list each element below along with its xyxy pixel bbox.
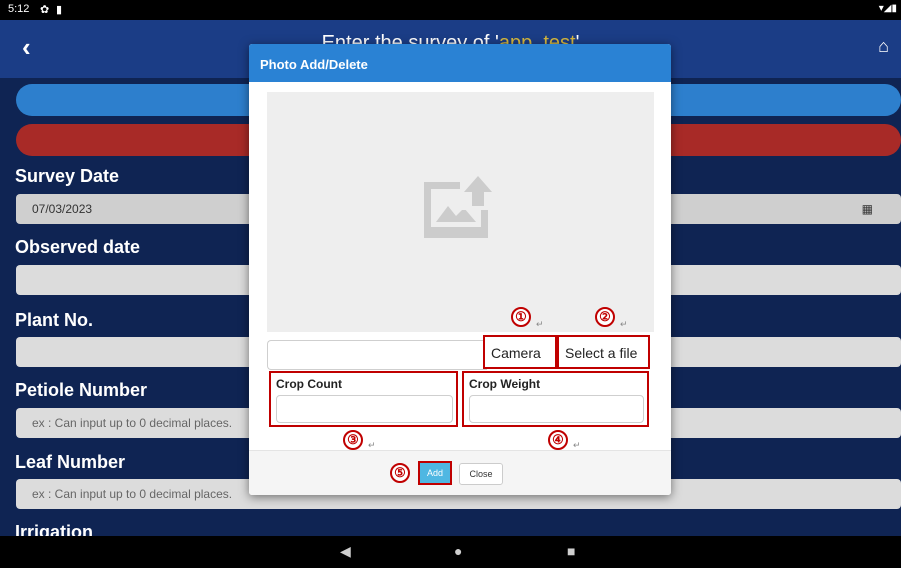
home-icon[interactable]: ⌂ xyxy=(878,36,889,57)
marker-2: ② xyxy=(595,307,615,327)
crop-weight-input[interactable] xyxy=(469,395,644,423)
plant-no-label: Plant No. xyxy=(15,310,94,330)
select-file-button[interactable]: Select a file xyxy=(557,335,650,369)
marker-3: ③ xyxy=(343,430,363,450)
petiole-number-placeholder: ex : Can input up to 0 decimal places. xyxy=(32,416,233,430)
photo-preview-area[interactable] xyxy=(267,92,654,332)
leaf-number-label: Leaf Number xyxy=(15,452,126,472)
crop-count-group: Crop Count xyxy=(269,371,458,427)
signal-battery-icon: ▾◢▮ xyxy=(878,3,897,14)
status-bar: 5:12 ✿ ▮ ▾◢▮ xyxy=(0,0,901,20)
add-button[interactable]: Add xyxy=(418,461,452,485)
return-mark-icon: ↵ xyxy=(536,319,544,329)
camera-button[interactable]: Camera xyxy=(483,335,557,369)
marker-5: ⑤ xyxy=(390,463,410,483)
return-mark-icon: ↵ xyxy=(620,319,628,329)
photo-modal: Photo Add/Delete Camera Select a file ① … xyxy=(249,44,671,495)
modal-footer: ⑤ Add Close xyxy=(249,450,671,495)
observed-date-label: Observed date xyxy=(15,237,141,257)
nav-recents-icon[interactable]: ■ xyxy=(567,543,575,559)
image-upload-icon xyxy=(424,174,496,238)
survey-date-value: 07/03/2023 xyxy=(32,202,93,216)
crop-count-input[interactable] xyxy=(276,395,453,423)
nav-back-icon[interactable]: ◀ xyxy=(340,543,351,560)
marker-4: ④ xyxy=(548,430,568,450)
status-time: 5:12 xyxy=(8,3,30,15)
file-path-input[interactable] xyxy=(267,340,487,370)
survey-date-label: Survey Date xyxy=(15,166,120,186)
nav-home-icon[interactable]: ● xyxy=(454,543,462,559)
marker-1: ① xyxy=(511,307,531,327)
petiole-number-label: Petiole Number xyxy=(15,380,148,400)
calendar-icon[interactable]: ▦ xyxy=(862,202,873,216)
system-nav-bar: ◀ ● ■ xyxy=(0,536,901,568)
modal-title: Photo Add/Delete xyxy=(249,44,671,82)
close-button[interactable]: Close xyxy=(459,463,503,485)
crop-count-label: Crop Count xyxy=(276,377,342,391)
settings-icon: ✿ xyxy=(40,4,50,16)
leaf-number-placeholder: ex : Can input up to 0 decimal places. xyxy=(32,487,233,501)
crop-weight-group: Crop Weight xyxy=(462,371,649,427)
modal-body: Camera Select a file ① ↵ ② ↵ Crop Count … xyxy=(249,82,671,450)
crop-weight-label: Crop Weight xyxy=(469,377,541,391)
sd-card-icon: ▮ xyxy=(56,4,63,16)
